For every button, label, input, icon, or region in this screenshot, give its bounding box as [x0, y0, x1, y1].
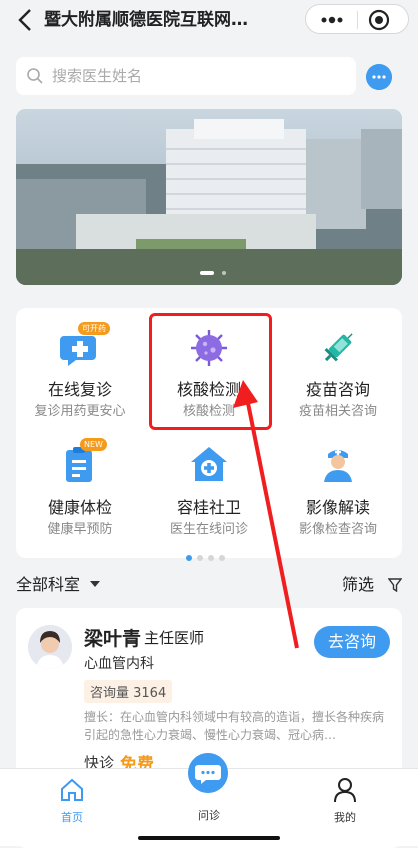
more-icon[interactable]	[319, 10, 345, 30]
doctor-name: 梁叶青	[84, 628, 142, 650]
nurse-icon	[324, 449, 352, 482]
doctor-specialty: 擅长：在心血管内科领域中有较高的造诣，擅长各种疾病引起的急性心力衰竭、慢性心力衰…	[84, 710, 385, 742]
close-miniprogram-icon[interactable]	[368, 9, 390, 31]
avatar	[28, 625, 72, 669]
syringe-icon	[324, 333, 353, 362]
service-label: 在线复诊	[47, 380, 112, 399]
doctor-title: 主任医师	[144, 629, 205, 647]
service-label: 健康体检	[47, 498, 112, 517]
tab-home-label: 首页	[61, 811, 83, 824]
page-title: 暨大附属顺德医院互联网…	[44, 10, 248, 30]
badge-new: NEW	[80, 438, 107, 451]
consult-button[interactable]: 去咨询	[314, 626, 390, 658]
department-dropdown[interactable]: 全部科室	[16, 574, 80, 596]
home-indicator	[138, 836, 280, 840]
search-placeholder: 搜索医生姓名	[52, 67, 143, 85]
tab-mine[interactable]: 我的	[305, 777, 385, 825]
highlight-box	[149, 313, 272, 430]
service-imaging-reading[interactable]: 影像解读 影像检查咨询	[274, 428, 402, 538]
mini-program-capsule	[305, 4, 409, 34]
tab-consult-label: 问诊	[198, 809, 220, 822]
service-subtitle: 复诊用药更安心	[34, 404, 126, 419]
service-subtitle: 健康早预防	[47, 522, 113, 537]
service-label: 疫苗咨询	[305, 380, 370, 399]
caret-down-icon	[90, 581, 100, 587]
consult-count-badge: 咨询量 3164	[84, 680, 173, 703]
service-ronggui-clinic[interactable]: 容桂社卫 医生在线问诊	[145, 428, 273, 538]
service-online-revisit[interactable]: 可开药 在线复诊 复诊用药更安心	[16, 308, 144, 428]
service-subtitle: 影像检查咨询	[298, 522, 377, 537]
message-icon[interactable]	[366, 64, 392, 90]
clinic-house-icon	[191, 447, 227, 481]
capsule-divider	[357, 11, 358, 29]
hospital-banner[interactable]	[16, 109, 402, 285]
consult-chat-icon[interactable]	[188, 753, 228, 793]
filter-button[interactable]: 筛选	[342, 574, 374, 596]
tab-consult[interactable]: 问诊	[169, 807, 249, 823]
search-input[interactable]: 搜索医生姓名	[16, 57, 356, 95]
service-health-checkup[interactable]: NEW 健康体检 健康早预防	[16, 428, 144, 538]
service-subtitle: 医生在线问诊	[169, 522, 248, 537]
back-arrow-icon[interactable]	[14, 6, 38, 34]
hospital-photo	[16, 109, 402, 285]
doctor-department: 心血管内科	[84, 656, 154, 672]
service-subtitle: 疫苗相关咨询	[298, 404, 377, 419]
badge-prescribe: 可开药	[78, 322, 110, 335]
search-icon	[27, 68, 43, 84]
user-icon	[334, 778, 356, 803]
funnel-icon[interactable]	[388, 578, 402, 592]
tab-mine-label: 我的	[334, 811, 356, 824]
pager-dots	[186, 546, 246, 561]
service-label: 容桂社卫	[176, 498, 241, 517]
service-label: 影像解读	[305, 498, 370, 517]
service-vaccine-consult[interactable]: 疫苗咨询 疫苗相关咨询	[274, 308, 402, 428]
tab-home[interactable]: 首页	[32, 777, 112, 825]
home-icon	[61, 778, 83, 801]
